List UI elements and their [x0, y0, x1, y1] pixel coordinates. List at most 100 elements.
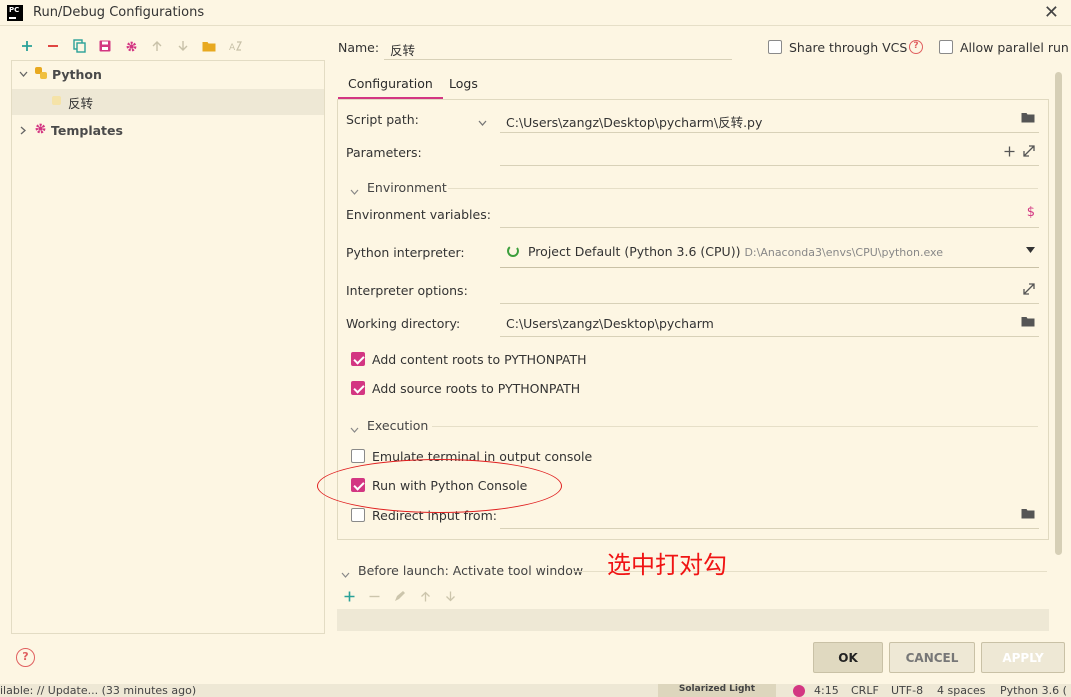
script-path-dropdown-icon[interactable] — [478, 114, 487, 129]
allow-parallel-label: Allow parallel run — [960, 40, 1069, 55]
ok-button[interactable]: OK — [813, 642, 883, 673]
share-vcs-checkbox[interactable] — [768, 40, 782, 54]
move-down-icon[interactable] — [170, 36, 196, 56]
tree-item-python[interactable]: Python — [12, 61, 324, 87]
help-icon[interactable]: ? — [909, 40, 923, 54]
status-indent[interactable]: 4 spaces — [937, 684, 986, 697]
sort-alpha-icon[interactable]: A — [222, 36, 248, 56]
folder-add-icon[interactable] — [196, 36, 222, 56]
env-vars-label: Environment variables: — [346, 207, 491, 222]
apply-button[interactable]: APPLY — [981, 642, 1065, 673]
environment-divider — [448, 188, 1038, 189]
status-update-text: ilable: // Update... (33 minutes ago) — [0, 684, 197, 697]
expand-icon[interactable] — [1023, 145, 1035, 160]
interpreter-loading-icon — [506, 244, 520, 261]
tree-item-templates[interactable]: Templates — [12, 117, 324, 143]
share-vcs-label: Share through VCS — [789, 40, 908, 55]
expand-options-icon[interactable] — [1023, 283, 1035, 295]
interp-options-label: Interpreter options: — [346, 283, 468, 298]
tree-label-python: Python — [52, 66, 102, 82]
svg-text:A: A — [229, 43, 236, 52]
interpreter-name: Project Default (Python 3.6 (CPU)) — [527, 244, 741, 259]
environment-section-title: Environment — [367, 180, 447, 195]
status-line-separator[interactable]: CRLF — [851, 684, 879, 697]
script-path-label: Script path: — [346, 112, 419, 127]
tree-label-templates: Templates — [51, 122, 123, 138]
status-interpreter[interactable]: Python 3.6 ( — [1000, 684, 1067, 697]
redirect-input-field[interactable] — [500, 503, 1039, 529]
name-label: Name: — [338, 40, 380, 55]
before-launch-toolbar — [344, 590, 456, 605]
status-bar: ilable: // Update... (33 minutes ago) So… — [0, 684, 1071, 697]
env-vars-field[interactable]: $ — [500, 202, 1039, 228]
before-launch-list — [337, 609, 1049, 631]
dialog-help-icon[interactable]: ? — [16, 648, 35, 667]
add-source-roots-label: Add source roots to PYTHONPATH — [372, 381, 581, 396]
status-theme[interactable]: Solarized Light — [658, 684, 776, 697]
move-up-icon[interactable] — [144, 36, 170, 56]
tree-label-config: 反转 — [68, 95, 94, 111]
before-launch-up-icon[interactable] — [420, 590, 431, 605]
dropdown-arrow-icon[interactable] — [1026, 247, 1035, 253]
vertical-scrollbar[interactable] — [1055, 72, 1062, 555]
working-dir-label: Working directory: — [346, 316, 461, 331]
before-launch-remove-icon[interactable] — [369, 590, 380, 605]
status-encoding[interactable]: UTF-8 — [891, 684, 923, 697]
redirect-folder-icon[interactable] — [1021, 508, 1035, 519]
execution-divider — [432, 426, 1038, 427]
working-dir-value: C:\Users\zangz\Desktop\pycharm — [506, 316, 714, 331]
interpreter-select[interactable]: Project Default (Python 3.6 (CPU)) D:\An… — [500, 239, 1039, 268]
tree-item-config[interactable]: 反转 — [12, 89, 324, 115]
execution-chevron-icon[interactable] — [350, 421, 359, 436]
parameters-label: Parameters: — [346, 145, 422, 160]
add-content-roots-checkbox[interactable] — [351, 352, 365, 366]
script-path-value: C:\Users\zangz\Desktop\pycharm\反转.py — [506, 115, 763, 130]
name-input[interactable]: 反转 — [384, 36, 732, 60]
environment-chevron-icon[interactable] — [350, 183, 359, 198]
title-bar: PC Run/Debug Configurations ✕ — [0, 0, 1071, 26]
add-macro-icon[interactable] — [1004, 145, 1015, 160]
window-title: Run/Debug Configurations — [33, 5, 205, 20]
pycharm-logo-icon: PC — [7, 5, 23, 21]
config-tree: Python 反转 Templates — [11, 60, 325, 634]
annotation-text: 选中打对勾 — [607, 551, 727, 579]
status-indicator-icon — [793, 685, 805, 697]
tree-toolbar: A — [14, 36, 248, 56]
folder-browse-icon[interactable] — [1021, 112, 1035, 123]
interpreter-path: D:\Anaconda3\envs\CPU\python.exe — [744, 246, 943, 259]
allow-parallel-checkbox[interactable] — [939, 40, 953, 54]
interp-options-field[interactable] — [500, 278, 1039, 304]
before-launch-chevron-icon[interactable] — [341, 566, 350, 581]
add-source-roots-checkbox[interactable] — [351, 381, 365, 395]
tab-configuration[interactable]: Configuration — [338, 72, 443, 100]
parameters-field[interactable] — [500, 140, 1039, 166]
copy-icon[interactable] — [66, 36, 92, 56]
chevron-right-icon[interactable] — [17, 126, 29, 135]
remove-icon[interactable] — [40, 36, 66, 56]
emulate-terminal-checkbox[interactable] — [351, 449, 365, 463]
dollar-icon[interactable]: $ — [1027, 205, 1035, 220]
working-dir-field[interactable]: C:\Users\zangz\Desktop\pycharm — [500, 311, 1039, 337]
save-icon[interactable] — [92, 36, 118, 56]
tab-logs[interactable]: Logs — [439, 72, 488, 100]
python-icon — [34, 66, 48, 83]
interpreter-label: Python interpreter: — [346, 245, 465, 260]
status-position[interactable]: 4:15 — [814, 684, 839, 697]
settings-gear-icon[interactable] — [118, 36, 144, 56]
working-dir-folder-icon[interactable] — [1021, 316, 1035, 327]
before-launch-edit-icon[interactable] — [394, 590, 406, 605]
chevron-down-icon[interactable] — [17, 71, 29, 77]
templates-gear-icon — [34, 122, 47, 138]
python-file-icon — [50, 94, 64, 111]
execution-section-title: Execution — [367, 418, 429, 433]
add-icon[interactable] — [14, 36, 40, 56]
before-launch-down-icon[interactable] — [445, 590, 456, 605]
cancel-button[interactable]: CANCEL — [889, 642, 975, 673]
add-content-roots-label: Add content roots to PYTHONPATH — [372, 352, 587, 367]
before-launch-add-icon[interactable] — [344, 590, 355, 605]
annotation-ellipse — [317, 459, 562, 513]
close-icon[interactable]: ✕ — [1044, 2, 1059, 23]
before-launch-title: Before launch: Activate tool window — [358, 563, 584, 578]
script-path-field[interactable]: C:\Users\zangz\Desktop\pycharm\反转.py — [500, 107, 1039, 133]
redirect-input-checkbox[interactable] — [351, 508, 365, 522]
